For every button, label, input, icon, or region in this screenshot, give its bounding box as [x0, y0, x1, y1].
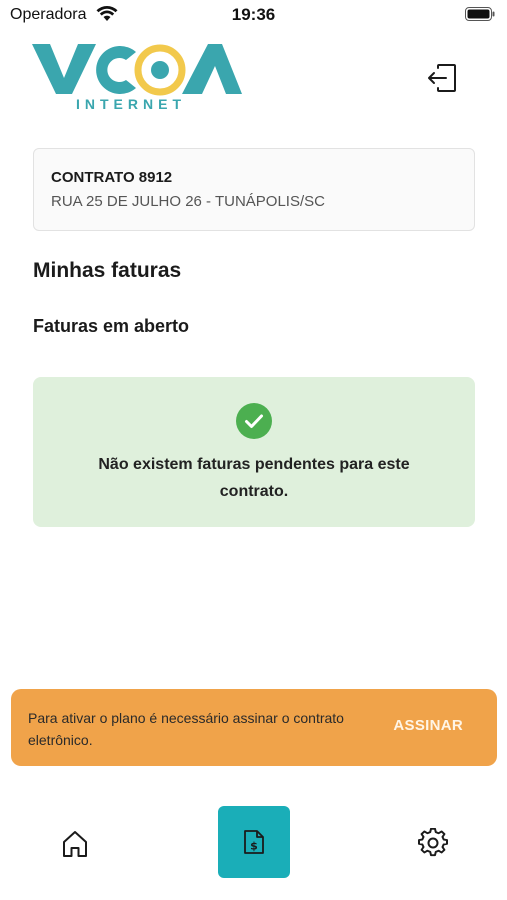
tab-settings[interactable]	[418, 827, 448, 858]
contract-card[interactable]: CONTRATO 8912 RUA 25 DE JULHO 26 - TUNÁP…	[33, 148, 475, 231]
empty-state-box: Não existem faturas pendentes para este …	[33, 377, 475, 527]
tab-home[interactable]	[59, 829, 91, 859]
contract-title: CONTRATO 8912	[51, 169, 173, 186]
tab-bar: $	[0, 800, 507, 890]
banner-message: Para ativar o plano é necessário assinar…	[28, 710, 344, 748]
sign-contract-banner: Para ativar o plano é necessário assinar…	[11, 689, 497, 766]
sign-button[interactable]: ASSINAR	[393, 717, 463, 734]
gear-icon	[418, 827, 448, 857]
clock: 19:36	[231, 5, 276, 24]
home-icon	[63, 831, 87, 857]
check-circle-icon	[236, 403, 272, 439]
status-bar: Operadora 19:36	[0, 0, 507, 32]
battery-icon	[465, 7, 495, 21]
invoice-dollar-icon: $	[244, 830, 264, 854]
logo-subtitle: INTERNET	[76, 96, 186, 112]
empty-state-message: Não existem faturas pendentes para este …	[98, 456, 410, 500]
logout-icon[interactable]	[426, 63, 458, 93]
tab-invoices[interactable]: $	[218, 806, 290, 878]
open-invoices-heading: Faturas em aberto	[33, 316, 190, 336]
svg-text:$: $	[250, 840, 258, 853]
contract-address: RUA 25 DE JULHO 26 - TUNÁPOLIS/SC	[51, 193, 325, 210]
page-title: Minhas faturas	[33, 259, 182, 282]
